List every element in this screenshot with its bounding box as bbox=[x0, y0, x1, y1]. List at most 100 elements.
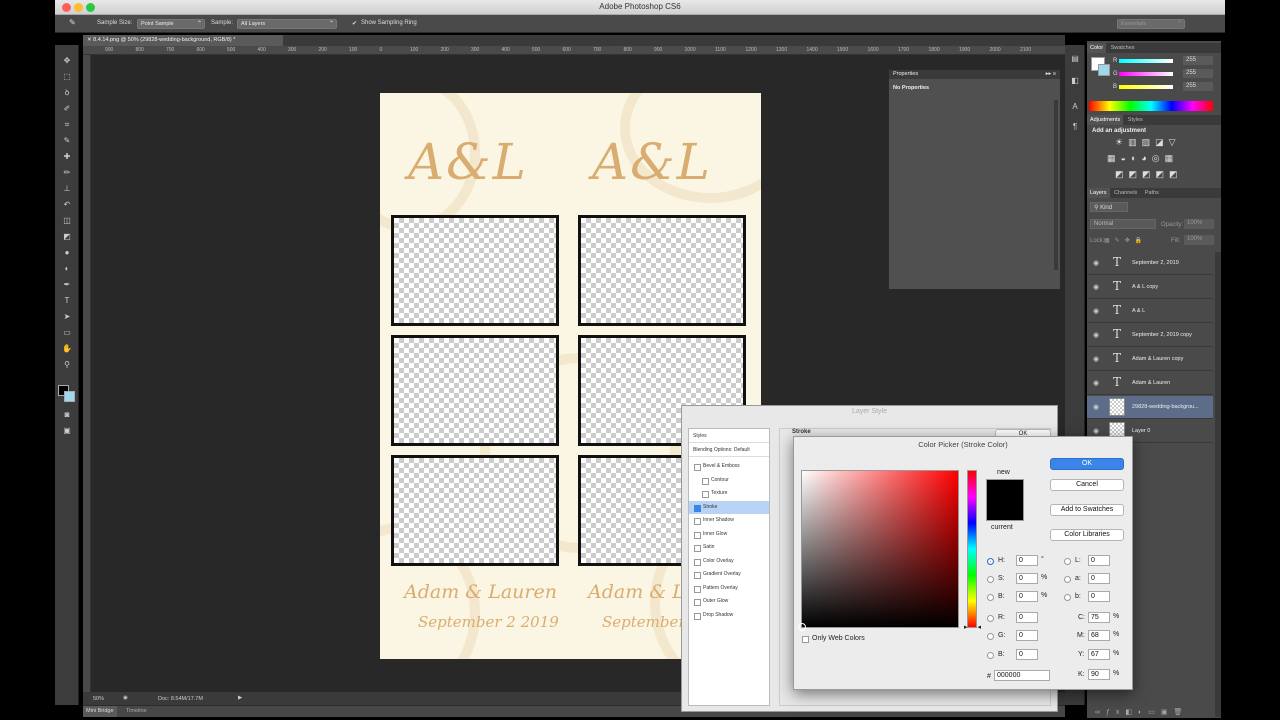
color-field[interactable] bbox=[798, 470, 959, 631]
move-tool-icon[interactable]: ✥ bbox=[61, 55, 73, 66]
color-spectrum-bar[interactable] bbox=[1089, 101, 1213, 111]
screen-mode-icon[interactable]: ▣ bbox=[61, 425, 73, 436]
clone-stamp-icon[interactable]: ⊥ bbox=[61, 183, 73, 194]
hue-right-arrow-icon[interactable]: ◂ bbox=[977, 623, 981, 631]
workspace-select[interactable]: Essentials bbox=[1117, 19, 1185, 29]
tab-adjustments[interactable]: Adjustments bbox=[1087, 115, 1124, 125]
visibility-eye-icon[interactable]: ◉ bbox=[1093, 355, 1099, 363]
shape-tool-icon[interactable]: ▭ bbox=[61, 327, 73, 338]
eyedropper-tool-icon[interactable]: ✎ bbox=[61, 135, 73, 146]
lock-icons[interactable]: ▦✎✥🔒 bbox=[1104, 237, 1147, 244]
eraser-tool-icon[interactable]: ◫ bbox=[61, 215, 73, 226]
layer-filter-kind[interactable]: ⚲ Kind bbox=[1090, 202, 1128, 212]
hue-input[interactable]: 0 bbox=[1016, 555, 1038, 566]
tab-styles[interactable]: Styles bbox=[1125, 115, 1146, 125]
fill-input[interactable]: 100% bbox=[1184, 235, 1214, 245]
visibility-eye-icon[interactable]: ◉ bbox=[1093, 403, 1099, 411]
a-channel-input[interactable]: 0 bbox=[1088, 573, 1110, 584]
styles-header[interactable]: Styles bbox=[689, 430, 769, 443]
background-color-swatch[interactable] bbox=[64, 391, 75, 402]
path-select-icon[interactable]: ➤ bbox=[61, 311, 73, 322]
layer-style-item-pattern-overlay[interactable]: Pattern Overlay bbox=[689, 582, 769, 595]
status-menu-icon[interactable]: ◉ bbox=[123, 695, 128, 701]
character-panel-icon[interactable]: A bbox=[1069, 101, 1081, 112]
layer-footer-icons[interactable]: ∞ƒx◧◐▭▣🗑 bbox=[1095, 708, 1188, 716]
lightness-input[interactable]: 0 bbox=[1088, 555, 1110, 566]
eyedropper-tool-icon[interactable]: ✎ bbox=[69, 18, 76, 27]
hue-left-arrow-icon[interactable]: ▸ bbox=[964, 623, 968, 631]
yellow-input[interactable]: 67 bbox=[1088, 649, 1110, 660]
quick-select-tool-icon[interactable]: ✐ bbox=[61, 103, 73, 114]
history-brush-icon[interactable]: ↶ bbox=[61, 199, 73, 210]
brush-tool-icon[interactable]: ✏ bbox=[61, 167, 73, 178]
properties-panel-icon[interactable]: ◧ bbox=[1069, 75, 1081, 86]
hue-radio[interactable] bbox=[987, 558, 994, 565]
layer-style-item-texture[interactable]: Texture bbox=[689, 487, 769, 500]
magenta-input[interactable]: 68 bbox=[1088, 630, 1110, 641]
visibility-eye-icon[interactable]: ◉ bbox=[1093, 331, 1099, 339]
opacity-input[interactable]: 100% bbox=[1184, 219, 1214, 229]
visibility-eye-icon[interactable]: ◉ bbox=[1093, 259, 1099, 267]
blue-radio[interactable] bbox=[987, 652, 994, 659]
layer-style-item-color-overlay[interactable]: Color Overlay bbox=[689, 555, 769, 568]
tab-swatches[interactable]: Swatches bbox=[1108, 43, 1138, 53]
lightness-radio[interactable] bbox=[1064, 558, 1071, 565]
blue-value[interactable]: 255 bbox=[1183, 82, 1213, 91]
pen-tool-icon[interactable]: ✒ bbox=[61, 279, 73, 290]
saturation-radio[interactable] bbox=[987, 576, 994, 583]
type-tool-icon[interactable]: T bbox=[61, 295, 73, 306]
ok-button[interactable]: OK bbox=[1050, 458, 1124, 470]
zoom-tool-icon[interactable]: ⚲ bbox=[61, 359, 73, 370]
background-color-chip[interactable] bbox=[1098, 64, 1110, 76]
tab-layers[interactable]: Layers bbox=[1087, 188, 1110, 198]
add-to-swatches-button[interactable]: Add to Swatches bbox=[1050, 504, 1124, 516]
layer-style-item-inner-shadow[interactable]: Inner Shadow bbox=[689, 514, 769, 527]
blend-mode-select[interactable]: Normal bbox=[1090, 219, 1156, 229]
hand-tool-icon[interactable]: ✋ bbox=[61, 343, 73, 354]
layer-style-item-satin[interactable]: Satin bbox=[689, 541, 769, 554]
layer-style-item-contour[interactable]: Contour bbox=[689, 474, 769, 487]
green-radio[interactable] bbox=[987, 633, 994, 640]
layer-row[interactable]: ◉ T A & L bbox=[1087, 300, 1213, 323]
layer-style-item-bevel-emboss[interactable]: Bevel & Emboss bbox=[689, 460, 769, 473]
black-input[interactable]: 90 bbox=[1088, 669, 1110, 680]
adjustment-icons-row-1[interactable]: ☀▥▨◪▽ bbox=[1115, 137, 1181, 148]
cyan-input[interactable]: 75 bbox=[1088, 612, 1110, 623]
layer-style-item-gradient-overlay[interactable]: Gradient Overlay bbox=[689, 568, 769, 581]
brightness-radio[interactable] bbox=[987, 594, 994, 601]
paint-bucket-icon[interactable]: ◩ bbox=[61, 231, 73, 242]
lasso-tool-icon[interactable]: ꝺ bbox=[61, 87, 73, 98]
blue-input[interactable]: 0 bbox=[1016, 649, 1038, 660]
tab-mini-bridge[interactable]: Mini Bridge bbox=[83, 706, 117, 717]
b-channel-input[interactable]: 0 bbox=[1088, 591, 1110, 602]
crop-tool-icon[interactable]: ⌗ bbox=[61, 119, 73, 130]
layer-row[interactable]: ◉ T Adam & Lauren bbox=[1087, 372, 1213, 395]
visibility-eye-icon[interactable]: ◉ bbox=[1093, 427, 1099, 435]
document-tab[interactable]: ✕ 8.4.14.png @ 50% (29828-wedding-backgr… bbox=[83, 35, 283, 46]
hex-input[interactable]: 000000 bbox=[994, 670, 1050, 681]
history-panel-icon[interactable]: ▤ bbox=[1069, 53, 1081, 64]
only-web-colors-checkbox[interactable] bbox=[802, 636, 809, 643]
layer-style-item-outer-glow[interactable]: Outer Glow bbox=[689, 595, 769, 608]
green-value[interactable]: 255 bbox=[1183, 69, 1213, 78]
blur-tool-icon[interactable]: ● bbox=[61, 247, 73, 258]
color-field-marker[interactable] bbox=[798, 623, 806, 631]
panel-menu-icon[interactable]: ▸▸ ≡ bbox=[1046, 71, 1056, 77]
tab-paths[interactable]: Paths bbox=[1142, 188, 1162, 198]
layer-row[interactable]: ◉ T A & L copy bbox=[1087, 276, 1213, 299]
color-libraries-button[interactable]: Color Libraries bbox=[1050, 529, 1124, 541]
sample-select[interactable]: All Layers bbox=[237, 19, 337, 29]
red-slider[interactable] bbox=[1119, 59, 1173, 63]
layer-style-item-stroke[interactable]: Stroke bbox=[689, 500, 769, 514]
brightness-input[interactable]: 0 bbox=[1016, 591, 1038, 602]
a-channel-radio[interactable] bbox=[1064, 576, 1071, 583]
red-radio[interactable] bbox=[987, 615, 994, 622]
healing-brush-icon[interactable]: ✚ bbox=[61, 151, 73, 162]
green-slider[interactable] bbox=[1119, 72, 1173, 76]
tab-timeline[interactable]: Timeline bbox=[123, 706, 150, 716]
hue-slider[interactable]: ▸ ◂ bbox=[964, 470, 981, 631]
blending-options-item[interactable]: Blending Options: Default bbox=[689, 444, 769, 457]
sample-size-select[interactable]: Point Sample bbox=[137, 19, 205, 29]
layer-row[interactable]: ◉ T September 2, 2019 bbox=[1087, 252, 1213, 275]
layer-style-item-drop-shadow[interactable]: Drop Shadow bbox=[689, 609, 769, 622]
